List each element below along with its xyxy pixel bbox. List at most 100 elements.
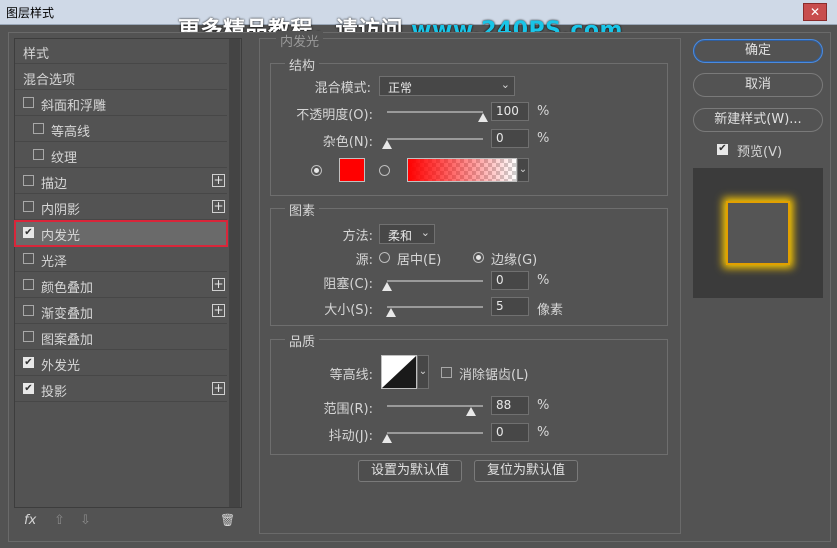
- checkbox[interactable]: [23, 201, 34, 212]
- jitter-input[interactable]: 0: [491, 423, 529, 442]
- checkbox[interactable]: ✔: [23, 383, 34, 394]
- opacity-slider-knob[interactable]: [478, 113, 488, 122]
- checkbox[interactable]: [23, 331, 34, 342]
- checkbox[interactable]: [33, 123, 44, 134]
- add-icon[interactable]: +: [212, 174, 225, 187]
- sidebar-item-label: 内阴影: [41, 203, 81, 218]
- noise-slider[interactable]: [387, 138, 483, 140]
- range-slider-knob[interactable]: [466, 407, 477, 416]
- noise-input[interactable]: 0: [491, 129, 529, 148]
- source-edge-radio[interactable]: [473, 252, 484, 263]
- sidebar-item-label: 图案叠加: [41, 333, 94, 348]
- fx-icon[interactable]: fx: [24, 513, 36, 528]
- checkbox[interactable]: [23, 305, 34, 316]
- blend-mode-select[interactable]: 正常 ⌄: [379, 76, 515, 96]
- sidebar-item-label: 混合选项: [23, 73, 76, 88]
- source-label: 源:: [355, 253, 373, 268]
- chevron-down-icon: ⌄: [500, 78, 510, 91]
- blend-mode-label: 混合模式:: [314, 81, 371, 96]
- panel-title: 内发光: [276, 31, 324, 50]
- opacity-input[interactable]: 100: [491, 102, 529, 121]
- sidebar-item[interactable]: 等高线: [15, 117, 227, 142]
- sidebar-item[interactable]: ✔ 外发光: [15, 351, 227, 376]
- jitter-slider-knob[interactable]: [382, 434, 392, 443]
- sidebar-item[interactable]: 图案叠加: [15, 325, 227, 350]
- move-down-icon[interactable]: ⇩: [80, 513, 91, 528]
- jitter-slider[interactable]: [387, 432, 483, 434]
- add-icon[interactable]: +: [212, 382, 225, 395]
- sidebar-item[interactable]: ✔ 内发光: [14, 220, 228, 247]
- sidebar-item[interactable]: 样式: [15, 39, 227, 64]
- layer-style-dialog: 样式混合选项斜面和浮雕等高线纹理 描边 + 内阴影 + ✔ 内发光光泽 颜色叠加 + 渐变叠加 + 图…: [8, 31, 831, 542]
- ok-button[interactable]: 确定: [693, 39, 823, 63]
- sidebar-item-label: 斜面和浮雕: [41, 99, 107, 114]
- cancel-button[interactable]: 取消: [693, 73, 823, 97]
- opacity-label: 不透明度(O):: [296, 108, 373, 123]
- sidebar-item[interactable]: ✔ 投影 +: [15, 377, 227, 402]
- size-slider[interactable]: [387, 306, 483, 308]
- elements-title: 图素: [285, 200, 320, 219]
- add-icon[interactable]: +: [212, 304, 225, 317]
- source-center-radio[interactable]: [379, 252, 390, 263]
- sidebar-item[interactable]: 颜色叠加 +: [15, 273, 227, 298]
- set-default-button[interactable]: 设置为默认值: [358, 460, 462, 482]
- chevron-down-icon[interactable]: ⌄: [417, 355, 429, 389]
- checkbox[interactable]: ✔: [23, 227, 34, 238]
- quality-title: 品质: [285, 331, 320, 350]
- checkbox[interactable]: [23, 253, 34, 264]
- color-radio[interactable]: [311, 165, 322, 176]
- sidebar-item-label: 等高线: [51, 125, 91, 140]
- checkbox[interactable]: [23, 175, 34, 186]
- checkbox[interactable]: [33, 149, 44, 160]
- sidebar-item[interactable]: 描边 +: [15, 169, 227, 194]
- reset-default-button[interactable]: 复位为默认值: [474, 460, 578, 482]
- style-list-footer: fx ⇧ ⇩ 🗑: [14, 509, 240, 535]
- noise-label: 杂色(N):: [322, 135, 373, 150]
- sidebar-item-label: 外发光: [41, 359, 81, 374]
- preview-checkbox[interactable]: ✔: [717, 144, 728, 155]
- size-unit: 像素: [537, 303, 564, 318]
- checkbox[interactable]: [23, 279, 34, 290]
- structure-title: 结构: [285, 55, 320, 74]
- add-icon[interactable]: +: [212, 200, 225, 213]
- source-edge-label: 边缘(G): [491, 253, 538, 268]
- sidebar-item[interactable]: 渐变叠加 +: [15, 299, 227, 324]
- gradient-picker[interactable]: [407, 158, 517, 182]
- sidebar-item[interactable]: 混合选项: [15, 65, 227, 90]
- color-swatch[interactable]: [339, 158, 365, 182]
- sidebar-item[interactable]: 斜面和浮雕: [15, 91, 227, 116]
- sidebar-item-label: 内发光: [41, 229, 81, 244]
- chevron-down-icon: ⌄: [420, 226, 430, 239]
- sidebar-item-label: 投影: [41, 385, 68, 400]
- sidebar-item[interactable]: 内阴影 +: [15, 195, 227, 220]
- sidebar-item[interactable]: 光泽: [15, 247, 227, 272]
- chevron-down-icon[interactable]: ⌄: [517, 158, 529, 182]
- size-label: 大小(S):: [324, 303, 373, 318]
- choke-slider-knob[interactable]: [382, 282, 392, 291]
- noise-slider-knob[interactable]: [382, 140, 392, 149]
- sidebar-item[interactable]: 纹理: [15, 143, 227, 168]
- move-up-icon[interactable]: ⇧: [54, 513, 65, 528]
- size-input[interactable]: 5: [491, 297, 529, 316]
- range-input[interactable]: 88: [491, 396, 529, 415]
- add-icon[interactable]: +: [212, 278, 225, 291]
- choke-slider[interactable]: [387, 280, 483, 282]
- noise-unit: %: [537, 131, 550, 146]
- antialias-checkbox[interactable]: [441, 367, 452, 378]
- gradient-radio[interactable]: [379, 165, 390, 176]
- trash-icon[interactable]: 🗑: [220, 513, 235, 527]
- size-slider-knob[interactable]: [385, 308, 396, 317]
- checkbox[interactable]: [23, 97, 34, 108]
- close-button[interactable]: ✕: [803, 3, 827, 21]
- contour-picker[interactable]: [381, 355, 417, 389]
- checkbox[interactable]: ✔: [23, 357, 34, 368]
- method-value: 柔和: [388, 229, 413, 243]
- new-style-button[interactable]: 新建样式(W)...: [693, 108, 823, 132]
- blend-mode-value: 正常: [388, 81, 413, 95]
- sidebar-item-label: 渐变叠加: [41, 307, 94, 322]
- contour-preview-icon: [382, 356, 416, 388]
- method-select[interactable]: 柔和 ⌄: [379, 224, 435, 244]
- opacity-slider[interactable]: [387, 111, 483, 113]
- style-list-scrollbar[interactable]: [229, 39, 240, 507]
- choke-input[interactable]: 0: [491, 271, 529, 290]
